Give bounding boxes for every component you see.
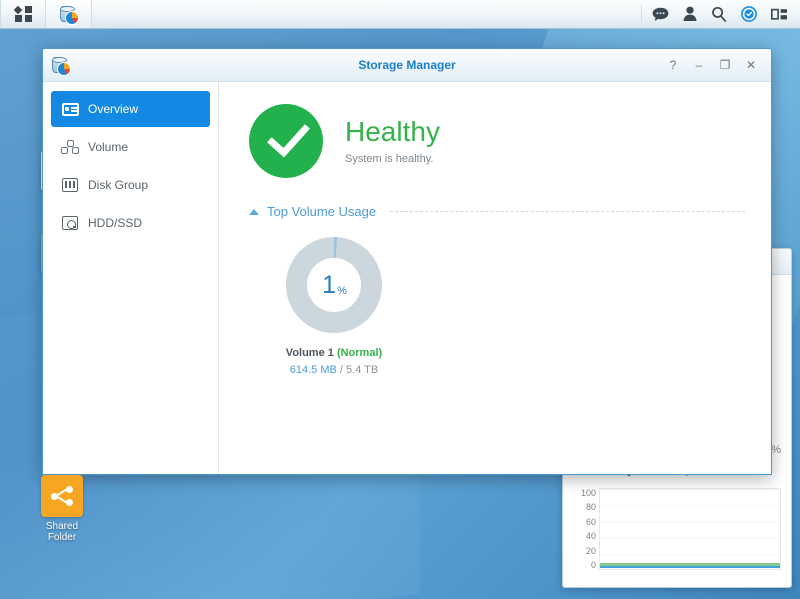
sidebar-item-hdd-ssd[interactable]: HDD/SSD xyxy=(51,205,210,241)
apps-menu-button[interactable] xyxy=(0,0,46,28)
window-app-icon xyxy=(51,56,70,75)
health-subtitle: System is healthy. xyxy=(345,153,434,166)
system-health-panel: Healthy System is healthy. xyxy=(249,104,745,178)
lan-chart: 100 80 60 40 20 0 xyxy=(573,488,781,570)
widgets-icon[interactable] xyxy=(771,7,788,22)
hdd-ssd-icon xyxy=(61,214,79,232)
desktop-icon-shared-folder[interactable]: Shared Folder xyxy=(26,475,98,543)
taskbar xyxy=(0,0,800,29)
user-icon[interactable] xyxy=(683,6,697,22)
y-tick: 100 xyxy=(580,488,596,498)
desktop-icon-label-line1: Shared xyxy=(45,521,79,532)
window-controls: ? – ❐ ✕ xyxy=(661,54,771,76)
volume-icon xyxy=(61,138,79,156)
volume-usage-percent: 1 xyxy=(322,270,337,299)
disk-group-icon xyxy=(61,176,79,194)
taskbar-right-group xyxy=(641,5,800,23)
section-divider xyxy=(390,211,745,212)
sidebar-item-overview[interactable]: Overview xyxy=(51,91,210,127)
shared-folder-icon xyxy=(41,475,83,517)
volume-size-row: 614.5 MB / 5.4 TB xyxy=(290,364,379,376)
volume-total: 5.4 TB xyxy=(346,364,379,376)
taskbar-item-storage-manager[interactable] xyxy=(46,0,92,28)
storage-manager-window[interactable]: Storage Manager ? – ❐ ✕ Overview Volume xyxy=(42,48,772,475)
volume-usage-donut: 1% xyxy=(286,237,382,333)
window-body: Overview Volume Disk Group HDD/SSD Healt… xyxy=(43,82,771,474)
taskbar-spacer xyxy=(92,0,641,28)
lan-chart-plot xyxy=(599,488,781,570)
notification-icon[interactable] xyxy=(741,6,757,22)
sidebar: Overview Volume Disk Group HDD/SSD xyxy=(43,82,219,474)
volume-status: (Normal) xyxy=(336,347,383,359)
percent-symbol: % xyxy=(337,284,347,297)
sidebar-item-volume[interactable]: Volume xyxy=(51,129,210,165)
volume-used: 614.5 MB xyxy=(289,364,337,376)
chevron-up-icon[interactable] xyxy=(249,208,259,215)
volume-name-row: Volume 1 (Normal) xyxy=(286,347,382,359)
upload-series-line xyxy=(600,566,780,568)
check-circle-icon xyxy=(249,104,323,178)
chat-icon[interactable] xyxy=(652,7,669,22)
help-button[interactable]: ? xyxy=(661,54,685,76)
storage-manager-icon xyxy=(59,5,78,24)
sidebar-item-label: HDD/SSD xyxy=(88,216,143,230)
volume-size-separator: / xyxy=(339,364,343,376)
sidebar-item-label: Overview xyxy=(88,102,139,116)
search-icon[interactable] xyxy=(711,6,727,22)
section-title: Top Volume Usage xyxy=(267,204,377,219)
sidebar-item-label: Disk Group xyxy=(88,178,149,192)
share-glyph-icon xyxy=(51,486,73,506)
y-tick: 40 xyxy=(585,531,596,542)
window-titlebar[interactable]: Storage Manager ? – ❐ ✕ xyxy=(43,49,771,82)
maximize-button[interactable]: ❐ xyxy=(713,54,737,76)
sidebar-item-label: Volume xyxy=(88,140,129,154)
content-area: Healthy System is healthy. Top Volume Us… xyxy=(219,82,771,474)
y-tick: 60 xyxy=(585,516,596,527)
volume-usage-card[interactable]: 1% Volume 1 (Normal) 614.5 MB / 5.4 TB xyxy=(249,237,419,376)
volume-name: Volume 1 xyxy=(285,347,334,359)
y-tick: 80 xyxy=(585,502,596,513)
desktop-icon-label-line2: Folder xyxy=(47,532,77,543)
sidebar-item-disk-group[interactable]: Disk Group xyxy=(51,167,210,203)
y-tick: 20 xyxy=(585,545,596,556)
close-button[interactable]: ✕ xyxy=(739,54,763,76)
health-title: Healthy xyxy=(345,115,440,147)
storage-manager-icon xyxy=(51,56,70,75)
apps-grid-icon xyxy=(13,5,32,22)
overview-icon xyxy=(61,100,79,118)
lan-chart-yaxis: 100 80 60 40 20 0 xyxy=(573,488,599,570)
y-tick: 0 xyxy=(590,559,596,570)
taskbar-left-group xyxy=(0,0,92,28)
top-volume-usage-section-header[interactable]: Top Volume Usage xyxy=(249,204,745,219)
desktop: Co F Shared Folder RAM xyxy=(0,0,800,599)
minimize-button[interactable]: – xyxy=(687,54,711,76)
system-health-text: Healthy System is healthy. xyxy=(345,115,440,166)
